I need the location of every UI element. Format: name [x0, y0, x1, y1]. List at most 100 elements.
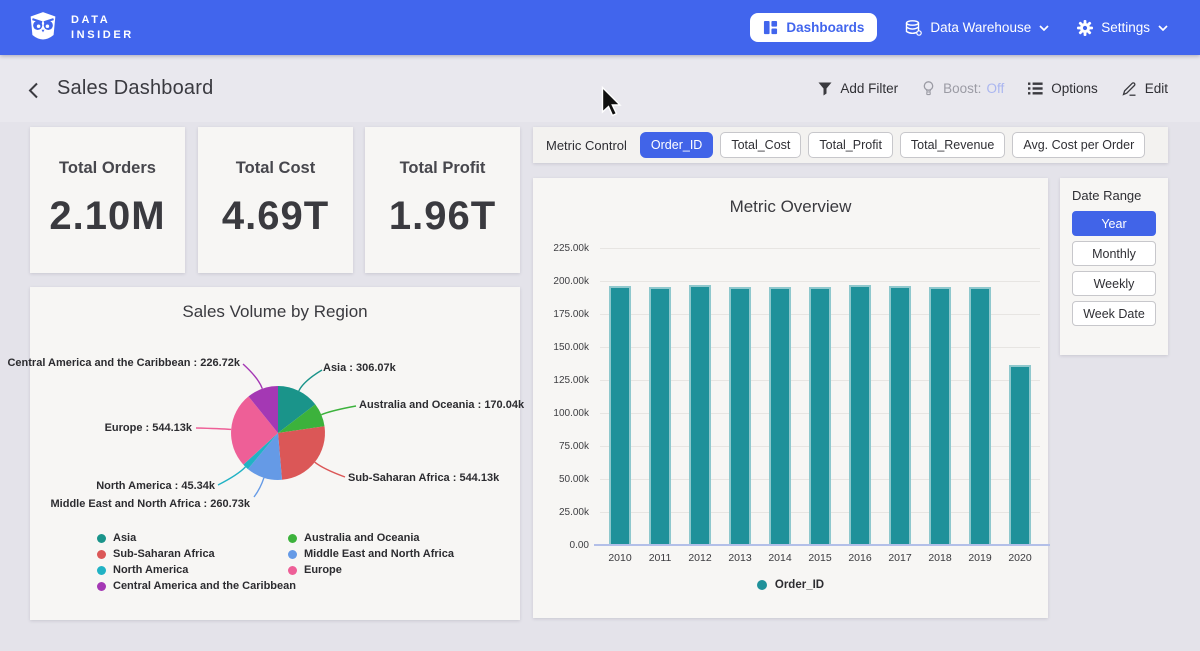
metric-overview-chart-panel: Metric Overview 0.0025.00k50.00k75.00k10…: [533, 178, 1048, 618]
metric-control-button[interactable]: Total_Revenue: [900, 132, 1005, 158]
options-button[interactable]: Options: [1028, 81, 1098, 96]
legend-label: North America: [113, 564, 188, 576]
x-tick-label: 2010: [600, 552, 640, 564]
bar-2017[interactable]: [889, 286, 911, 545]
pie-legend-item: Central America and the Caribbean: [97, 580, 296, 592]
legend-dot: [757, 580, 767, 590]
kpi-value: 1.96T: [389, 194, 496, 239]
top-nav: DATA INSIDER Dashboards D: [0, 0, 1200, 55]
page-title: Sales Dashboard: [57, 77, 213, 100]
bar-slot: [960, 287, 1000, 545]
pie-callout-label: Middle East and North Africa : 260.73k: [51, 498, 250, 510]
y-tick-label: 75.00k: [533, 441, 589, 452]
pie-legend-item: Europe: [288, 564, 454, 576]
kpi-label: Total Orders: [59, 159, 156, 178]
bar-2015[interactable]: [809, 287, 831, 545]
bar-slot: [1000, 365, 1040, 545]
bar-slot: [800, 287, 840, 545]
nav-menu: Dashboards Data Warehouse: [750, 13, 1168, 42]
metric-control-button[interactable]: Total_Profit: [808, 132, 893, 158]
header-toolbar: Add Filter Boost: Off: [818, 81, 1168, 96]
data-warehouse-label: Data Warehouse: [930, 20, 1031, 35]
app-root: DATA INSIDER Dashboards D: [0, 0, 1200, 651]
legend-dot: [288, 534, 297, 543]
bar-2019[interactable]: [969, 287, 991, 545]
pencil-icon: [1122, 81, 1137, 96]
pie-leader-line: [196, 428, 231, 429]
metric-control-bar: Metric Control Order_IDTotal_CostTotal_P…: [533, 127, 1168, 163]
pie-leader-line: [299, 370, 322, 391]
x-tick-label: 2017: [880, 552, 920, 564]
pie-callout-label: Sub-Saharan Africa : 544.13k: [348, 472, 499, 484]
x-tick-label: 2019: [960, 552, 1000, 564]
y-tick-label: 100.00k: [533, 408, 589, 419]
bar-2011[interactable]: [649, 287, 671, 545]
legend-dot: [288, 566, 297, 575]
dashboard-grid-icon: [763, 20, 778, 35]
pie-leader-line: [315, 462, 345, 477]
bar-slot: [840, 285, 880, 545]
y-tick-label: 150.00k: [533, 342, 589, 353]
bar-2018[interactable]: [929, 287, 951, 545]
date-range-button[interactable]: Year: [1072, 211, 1156, 236]
bar-2014[interactable]: [769, 287, 791, 545]
data-warehouse-menu[interactable]: Data Warehouse: [905, 20, 1049, 36]
x-tick-label: 2012: [680, 552, 720, 564]
bar-plot-area: [600, 248, 1040, 545]
x-tick-label: 2014: [760, 552, 800, 564]
legend-dot: [97, 534, 106, 543]
x-tick-label: 2018: [920, 552, 960, 564]
bar-slot: [720, 287, 760, 545]
dashboards-button[interactable]: Dashboards: [750, 13, 877, 42]
date-range-button[interactable]: Monthly: [1072, 241, 1156, 266]
pie-legend-item: Middle East and North Africa: [288, 548, 454, 560]
bar-2012[interactable]: [689, 285, 711, 545]
date-range-button[interactable]: Week Date: [1072, 301, 1156, 326]
x-tick-label: 2013: [720, 552, 760, 564]
legend-label: Australia and Oceania: [304, 532, 420, 544]
bullet-list-icon: [1028, 82, 1043, 95]
boost-toggle[interactable]: Boost: Off: [922, 81, 1004, 96]
metric-control-button[interactable]: Order_ID: [640, 132, 713, 158]
date-range-buttons: Year Monthly Weekly Week Date: [1072, 211, 1156, 326]
add-filter-button[interactable]: Add Filter: [818, 81, 898, 96]
x-axis-labels: 2010201120122013201420152016201720182019…: [600, 552, 1040, 564]
date-range-button[interactable]: Weekly: [1072, 271, 1156, 296]
add-filter-label: Add Filter: [840, 81, 898, 96]
pie-legend-item: North America: [97, 564, 296, 576]
x-tick-label: 2020: [1000, 552, 1040, 564]
kpi-value: 4.69T: [222, 194, 329, 239]
legend-dot: [97, 582, 106, 591]
y-tick-label: 25.00k: [533, 507, 589, 518]
settings-menu[interactable]: Settings: [1077, 20, 1168, 36]
bar-2016[interactable]: [849, 285, 871, 545]
pie-legend-column: Australia and Oceania Middle East and Nor…: [288, 532, 454, 576]
bar-2020[interactable]: [1009, 365, 1031, 545]
kpi-card-total-orders: Total Orders 2.10M: [30, 127, 185, 273]
date-range-label: Date Range: [1072, 188, 1141, 203]
x-tick-label: 2015: [800, 552, 840, 564]
brand-line1: DATA: [71, 15, 134, 26]
bar-2013[interactable]: [729, 287, 751, 545]
x-tick-label: 2016: [840, 552, 880, 564]
pie-legend-item: Australia and Oceania: [288, 532, 454, 544]
sales-volume-pie-panel: Sales Volume by Region Asia : 306.07kAus…: [30, 287, 520, 620]
bar-chart-title: Metric Overview: [533, 197, 1048, 217]
brand-logo[interactable]: DATA INSIDER: [28, 11, 134, 45]
boost-state: Off: [986, 81, 1004, 96]
pie-leader-line: [254, 478, 264, 497]
bar-2010[interactable]: [609, 286, 631, 545]
x-axis-line: [594, 544, 1050, 546]
chevron-down-icon: [1158, 25, 1168, 31]
kpi-card-total-profit: Total Profit 1.96T: [365, 127, 520, 273]
pie-slice-2[interactable]: [278, 426, 325, 480]
brand-line2: INSIDER: [71, 30, 134, 41]
pie-callout-label: Europe : 544.13k: [105, 422, 192, 434]
edit-button[interactable]: Edit: [1122, 81, 1168, 96]
page-header: Sales Dashboard Add Filter Boost: Off: [0, 55, 1200, 122]
metric-control-button[interactable]: Total_Cost: [720, 132, 801, 158]
pie-leader-line: [218, 467, 246, 485]
back-button[interactable]: [26, 80, 41, 104]
owl-logo-icon: [28, 11, 58, 45]
metric-control-button[interactable]: Avg. Cost per Order: [1012, 132, 1145, 158]
